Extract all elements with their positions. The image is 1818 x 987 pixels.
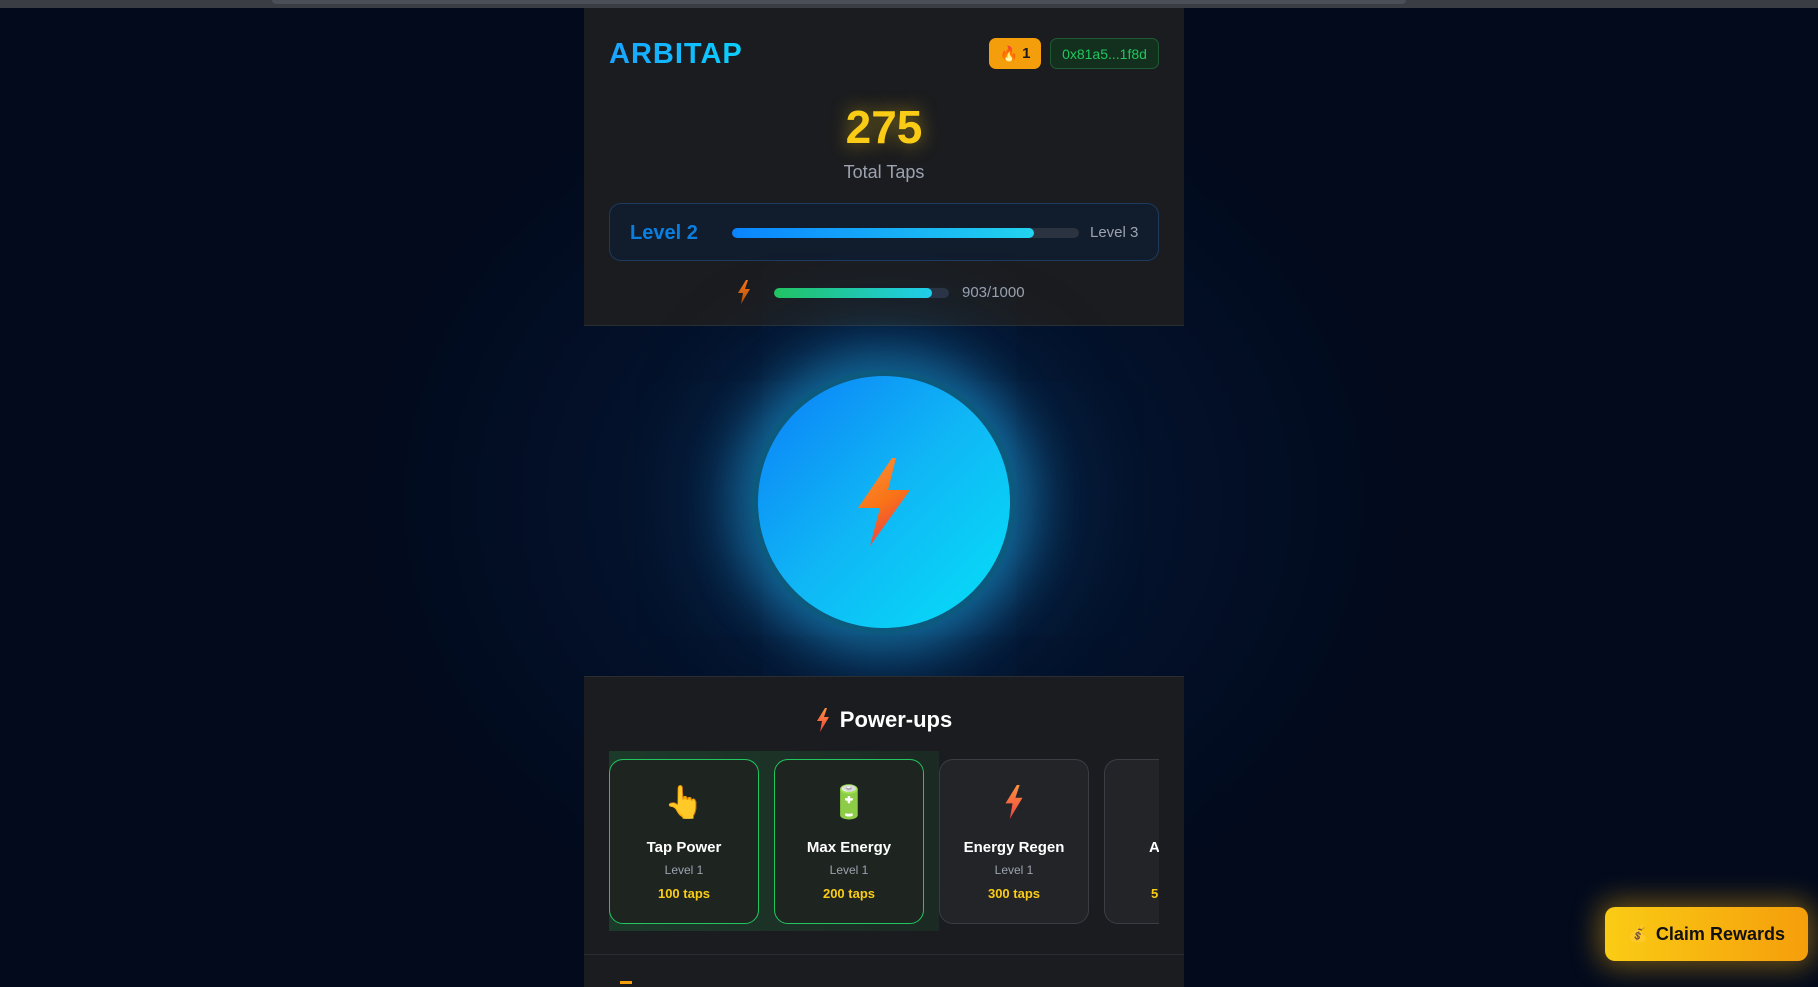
claim-rewards-button[interactable]: 💰 Claim Rewards xyxy=(1605,907,1808,961)
lightning-icon xyxy=(858,458,910,546)
lightning-icon xyxy=(738,280,750,304)
powerup-cost: 300 taps xyxy=(987,886,1041,901)
powerup-cost: 5 xyxy=(1151,886,1159,901)
energy-bar-track xyxy=(774,288,949,298)
browser-top-strip xyxy=(0,0,1818,8)
tap-button[interactable] xyxy=(758,376,1010,628)
energy-row: 903/1000 xyxy=(584,280,1184,306)
claim-rewards-label: Claim Rewards xyxy=(1655,923,1785,944)
battery-icon: 🔋 xyxy=(829,784,869,820)
level-progress-box: Level 2 Level 3 xyxy=(609,203,1159,261)
energy-count: 903/1000 xyxy=(962,284,1025,301)
energy-bar-fill xyxy=(774,288,933,298)
next-section xyxy=(584,954,1184,987)
powerups-carousel[interactable]: 👆 Tap Power Level 1 100 taps 🔋 Max Energ… xyxy=(609,751,1159,931)
level-progress-track xyxy=(732,228,1079,238)
header-panel: ARBITAP 🔥 1 0x81a5...1f8d 275 Total Taps… xyxy=(584,8,1184,326)
browser-top-strip-inner xyxy=(272,0,1406,4)
powerup-card-energy-regen[interactable]: Energy Regen Level 1 300 taps xyxy=(939,759,1089,924)
powerup-cost: 200 taps xyxy=(822,886,876,901)
powerups-panel: Power-ups 👆 Tap Power Level 1 100 taps 🔋… xyxy=(584,676,1184,954)
powerup-cost: 100 taps xyxy=(657,886,711,901)
pointing-hand-icon: 👆 xyxy=(664,784,704,820)
powerups-heading: Power-ups xyxy=(584,707,1184,733)
total-taps-label: Total Taps xyxy=(843,162,925,182)
fire-icon: 🔥 xyxy=(999,45,1019,63)
powerup-level: Level 1 xyxy=(829,863,869,877)
wallet-address-badge[interactable]: 0x81a5...1f8d xyxy=(1050,38,1159,69)
level-progress-fill xyxy=(732,228,1034,238)
powerup-card-max-energy[interactable]: 🔋 Max Energy Level 1 200 taps xyxy=(774,759,924,924)
lightning-icon xyxy=(940,782,1088,822)
lightning-icon xyxy=(816,708,829,732)
powerup-card-partial[interactable]: A 5 xyxy=(1104,759,1159,924)
powerup-level: Level 1 xyxy=(994,863,1034,877)
powerup-name: Tap Power xyxy=(646,839,722,856)
tap-button-ring xyxy=(752,370,1016,634)
total-taps-count: 275 xyxy=(845,101,923,153)
powerup-name: Energy Regen xyxy=(963,839,1065,856)
current-level-label: Level 2 xyxy=(630,222,698,244)
streak-badge: 🔥 1 xyxy=(989,38,1041,69)
app-logo: ARBITAP xyxy=(609,38,743,70)
streak-count: 1 xyxy=(1022,45,1031,62)
money-bag-icon: 💰 xyxy=(1628,926,1648,943)
powerups-title: Power-ups xyxy=(839,707,953,732)
powerup-name: A xyxy=(1149,839,1159,856)
powerup-name: Max Energy xyxy=(806,839,892,856)
tap-area xyxy=(584,326,1184,676)
powerup-level: Level 1 xyxy=(664,863,704,877)
next-level-label: Level 3 xyxy=(1090,224,1139,241)
powerup-card-tap-power[interactable]: 👆 Tap Power Level 1 100 taps xyxy=(609,759,759,924)
section-icon xyxy=(620,981,632,984)
